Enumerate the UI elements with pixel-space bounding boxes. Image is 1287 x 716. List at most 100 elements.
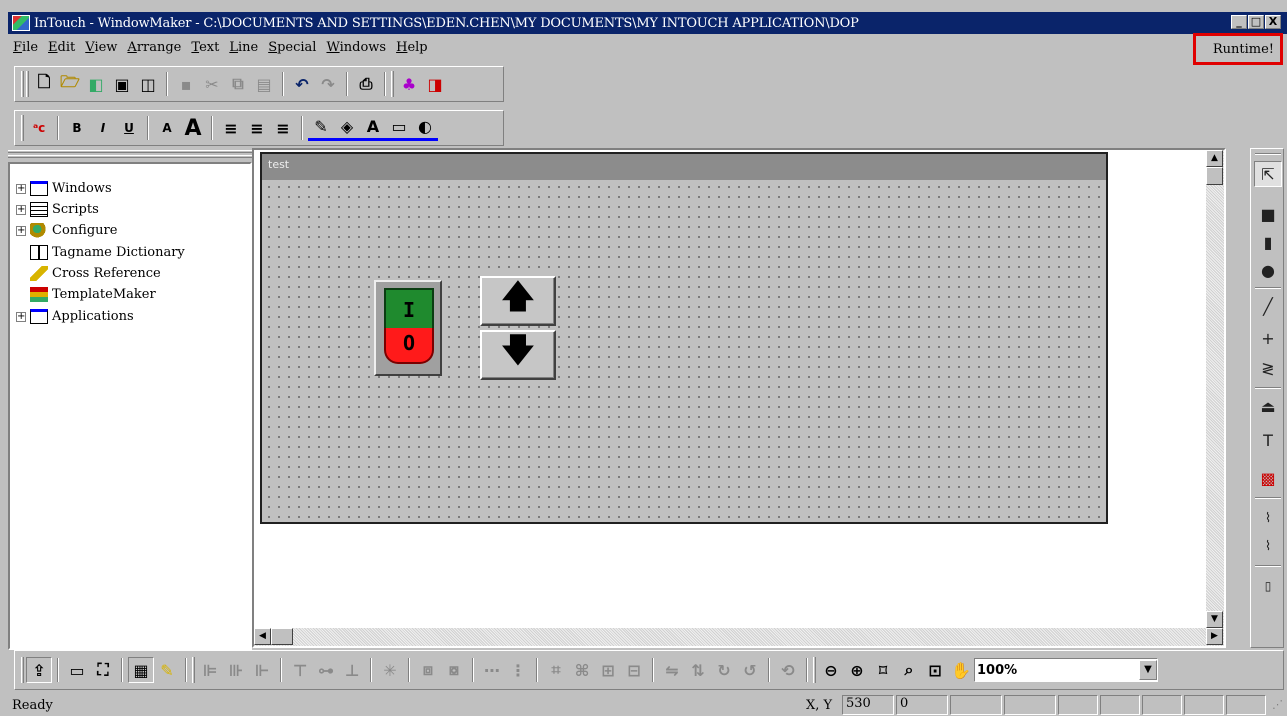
print-icon[interactable]: ⎙	[353, 71, 379, 97]
tree-item-configure[interactable]: + Configure	[16, 220, 117, 241]
zoom-window-icon[interactable]: ⌕	[896, 657, 922, 683]
line-color-icon[interactable]: ✎	[308, 115, 334, 141]
zoom-selection-icon[interactable]: ⌑	[870, 657, 896, 683]
chevron-down-icon[interactable]: ▼	[1139, 660, 1157, 680]
window-properties-icon[interactable]: ◨	[422, 71, 448, 97]
drawing-canvas[interactable]: I O 🡅 🡇	[262, 180, 1106, 522]
text-color-icon[interactable]: A	[360, 115, 386, 141]
reduce-font-icon[interactable]: A	[154, 115, 180, 141]
zoom-in-icon[interactable]: ⊕	[844, 657, 870, 683]
window-color-icon[interactable]: ▭	[386, 115, 412, 141]
toolbar-grip[interactable]	[391, 71, 394, 97]
window-view-icon[interactable]: ▭	[64, 657, 90, 683]
align-right-objects-icon[interactable]: ⊩	[249, 657, 275, 683]
grid-icon[interactable]: ▦	[128, 657, 154, 683]
save-icon[interactable]: ▣	[109, 71, 135, 97]
application-explorer-toggle-icon[interactable]: ⇪	[26, 657, 52, 683]
reshape-icon[interactable]: ⟲	[775, 657, 801, 683]
zoom-combobox[interactable]: 100% ▼	[974, 658, 1158, 682]
on-off-switch[interactable]: I O	[374, 280, 442, 376]
test-window[interactable]: test I O 🡅 🡇	[260, 152, 1108, 524]
flip-horizontal-icon[interactable]: ⇋	[659, 657, 685, 683]
expand-icon[interactable]: +	[16, 204, 26, 215]
button-tool-icon[interactable]: ▯	[1254, 573, 1282, 599]
align-bottom-icon[interactable]: ⊥	[339, 657, 365, 683]
menu-edit[interactable]: Edit	[43, 40, 80, 55]
wizard-icon[interactable]: ♣	[396, 71, 422, 97]
bold-icon[interactable]: B	[64, 115, 90, 141]
minimize-button[interactable]: _	[1231, 15, 1247, 29]
align-left-objects-icon[interactable]: ⊫	[197, 657, 223, 683]
rotate-counterclockwise-icon[interactable]: ↺	[737, 657, 763, 683]
zoom-out-icon[interactable]: ⊖	[818, 657, 844, 683]
ruler-icon[interactable]: ✎	[154, 657, 180, 683]
hv-line-tool-icon[interactable]: +	[1254, 325, 1282, 351]
menu-help[interactable]: Help	[391, 40, 433, 55]
align-middle-icon[interactable]: ⊶	[313, 657, 339, 683]
rectangle-tool-icon[interactable]: ■	[1254, 201, 1282, 227]
enlarge-font-icon[interactable]: A	[180, 115, 206, 141]
horizontal-scroll-thumb[interactable]	[271, 628, 293, 645]
font-icon[interactable]: ᵃc	[26, 115, 52, 141]
down-arrow-button[interactable]: 🡇	[480, 330, 556, 380]
make-cell-icon[interactable]: ⌗	[543, 657, 569, 683]
scroll-up-button[interactable]: ▲	[1206, 150, 1223, 167]
redo-icon[interactable]: ↷	[315, 71, 341, 97]
runtime-button[interactable]: Runtime!	[1193, 33, 1283, 65]
space-horizontal-icon[interactable]: ⋯	[479, 657, 505, 683]
break-cell-icon[interactable]: ⌘	[569, 657, 595, 683]
size-grip-icon[interactable]: ⋰	[1272, 698, 1283, 711]
menu-arrange[interactable]: Arrange	[122, 40, 186, 55]
maximize-button[interactable]: □	[1248, 15, 1264, 29]
delete-icon[interactable]: ▪	[173, 71, 199, 97]
tree-item-windows[interactable]: + Windows	[16, 178, 112, 199]
real-time-trend-icon[interactable]: ⌇	[1254, 505, 1282, 531]
copy-icon[interactable]: ⧉	[225, 71, 251, 97]
toolbar-grip[interactable]	[21, 71, 24, 97]
toolbar-grip[interactable]	[21, 115, 24, 141]
menu-line[interactable]: Line	[224, 40, 263, 55]
fill-color-icon[interactable]: ◈	[334, 115, 360, 141]
tree-item-applications[interactable]: + Applications	[16, 306, 134, 327]
tree-item-scripts[interactable]: + Scripts	[16, 199, 99, 220]
space-vertical-icon[interactable]: ⋮	[505, 657, 531, 683]
expand-icon[interactable]: +	[16, 225, 26, 236]
rotate-clockwise-icon[interactable]: ↻	[711, 657, 737, 683]
underline-icon[interactable]: U	[116, 115, 142, 141]
italic-icon[interactable]: I	[90, 115, 116, 141]
scroll-down-button[interactable]: ▼	[1206, 611, 1223, 628]
bring-to-front-icon[interactable]: ⧈	[415, 657, 441, 683]
select-tool-icon[interactable]: ⇱	[1254, 161, 1282, 187]
vertical-scroll-thumb[interactable]	[1206, 167, 1223, 185]
historical-trend-icon[interactable]: ⌇	[1254, 533, 1282, 559]
align-center-icon[interactable]: ≡	[244, 115, 270, 141]
flip-vertical-icon[interactable]: ⇅	[685, 657, 711, 683]
rounded-rectangle-tool-icon[interactable]: ▮	[1254, 229, 1282, 255]
palette-grip[interactable]	[1255, 153, 1281, 155]
align-center-point-icon[interactable]: ✳	[377, 657, 403, 683]
up-arrow-button[interactable]: 🡅	[480, 276, 556, 326]
line-tool-icon[interactable]: ╱	[1254, 293, 1282, 319]
open-folder-icon[interactable]: 🗁	[57, 71, 83, 97]
align-center-objects-icon[interactable]: ⊪	[223, 657, 249, 683]
expand-icon[interactable]: +	[16, 311, 26, 322]
menu-view[interactable]: View	[80, 40, 122, 55]
tree-item-templatemaker[interactable]: TemplateMaker	[30, 284, 156, 305]
menu-windows[interactable]: Windows	[321, 40, 391, 55]
pan-hand-icon[interactable]: ✋	[948, 657, 974, 683]
undo-icon[interactable]: ↶	[289, 71, 315, 97]
menu-text[interactable]: Text	[186, 40, 224, 55]
save-all-icon[interactable]: ◫	[135, 71, 161, 97]
vertical-scrollbar[interactable]: ▲ ▼	[1206, 150, 1224, 628]
align-left-icon[interactable]: ≡	[218, 115, 244, 141]
toolbar-grip[interactable]	[192, 657, 195, 683]
new-file-icon[interactable]: 🗋	[31, 71, 57, 97]
horizontal-scrollbar[interactable]: ◀ ▶	[254, 628, 1224, 646]
open-window-icon[interactable]: ◧	[83, 71, 109, 97]
cut-icon[interactable]: ✂	[199, 71, 225, 97]
polygon-tool-icon[interactable]: ⏏	[1254, 393, 1282, 419]
tree-item-cross-reference[interactable]: Cross Reference	[30, 263, 161, 284]
full-screen-icon[interactable]: ⛶	[90, 657, 116, 683]
bitmap-tool-icon[interactable]: ▩	[1254, 465, 1282, 491]
expand-icon[interactable]: +	[16, 183, 26, 194]
